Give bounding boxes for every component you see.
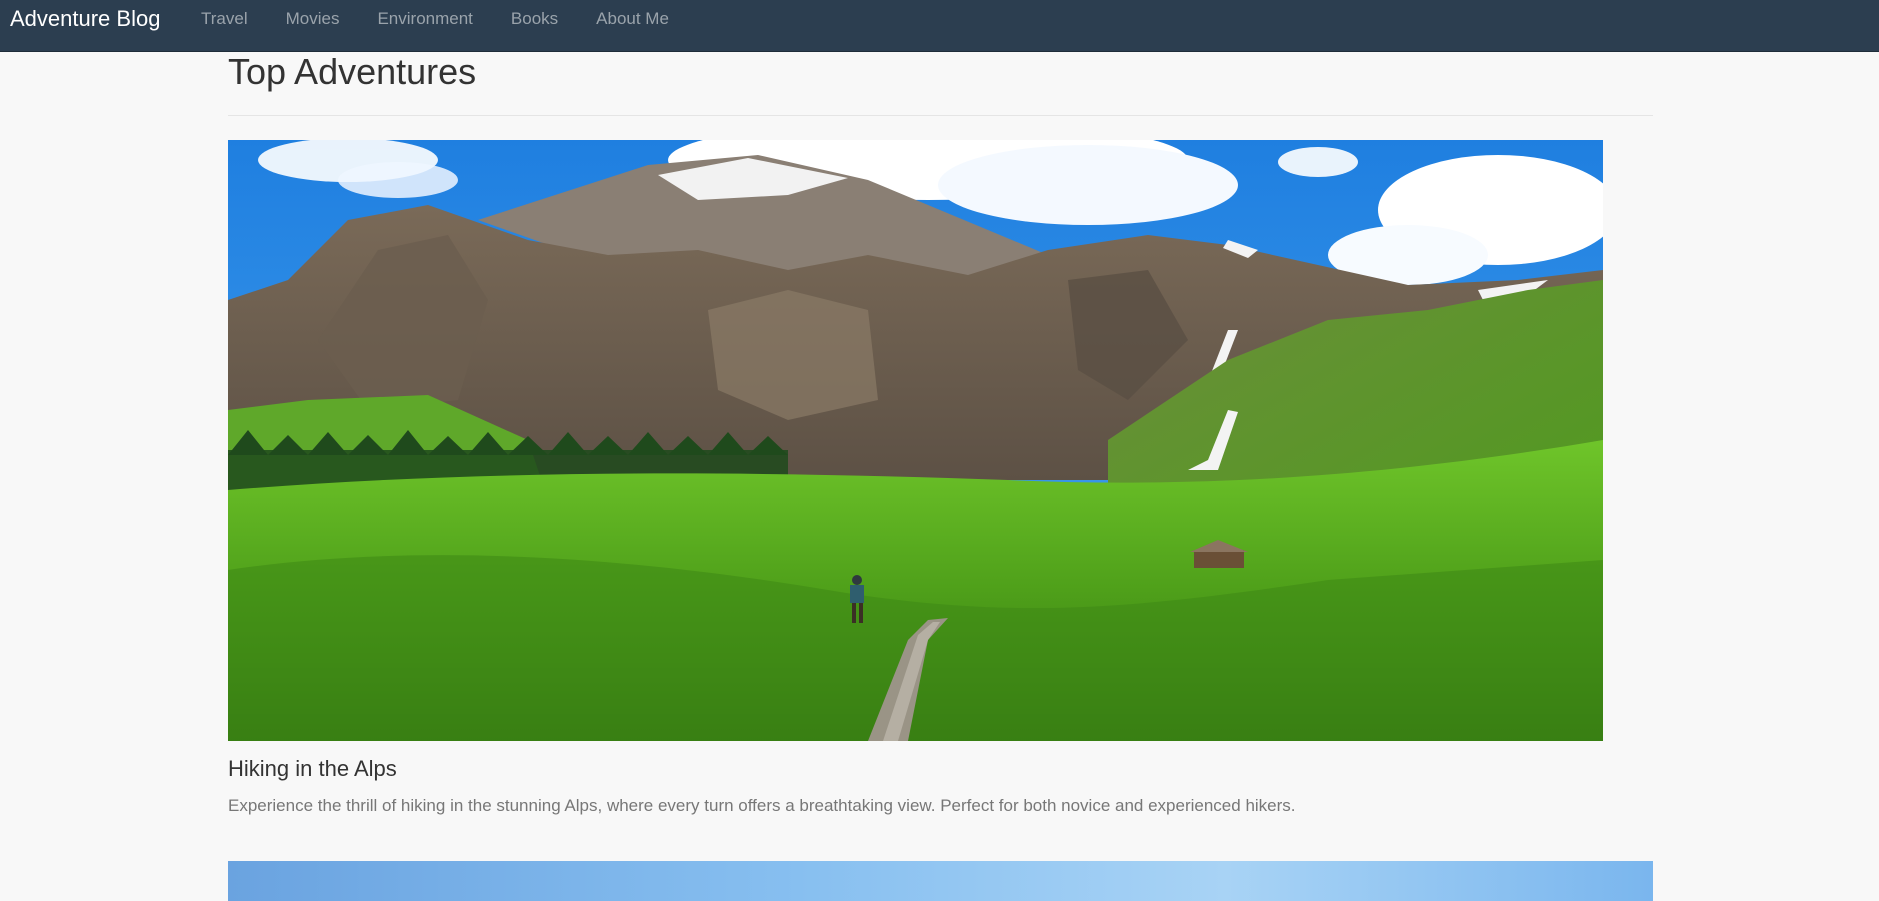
- brand-link[interactable]: Adventure Blog: [10, 7, 160, 31]
- nav-item-about-me: About Me: [577, 8, 688, 29]
- post-image-alps: [228, 140, 1603, 741]
- nav-link-movies[interactable]: Movies: [267, 8, 359, 29]
- nav-link-books[interactable]: Books: [492, 8, 577, 29]
- main-content: Top Adventures Hiking in the Alps Experi…: [228, 52, 1653, 817]
- post-title: Hiking in the Alps: [228, 756, 397, 781]
- nav-item-movies: Movies: [267, 8, 359, 29]
- nav-item-environment: Environment: [358, 8, 491, 29]
- nav-link-about-me[interactable]: About Me: [577, 8, 688, 29]
- nav-link-environment[interactable]: Environment: [358, 8, 491, 29]
- nav-menu: Travel Movies Environment Books About Me: [182, 8, 688, 29]
- title-divider: [228, 115, 1653, 116]
- top-navbar: Adventure Blog Travel Movies Environment…: [0, 0, 1879, 52]
- post-text: Experience the thrill of hiking in the s…: [228, 796, 1296, 815]
- nav-link-travel[interactable]: Travel: [182, 8, 267, 29]
- post-card: Hiking in the Alps Experience the thrill…: [228, 140, 1653, 817]
- nav-item-travel: Travel: [182, 8, 267, 29]
- post-image-next: [228, 861, 1653, 901]
- nav-item-books: Books: [492, 8, 577, 29]
- page-title: Top Adventures: [228, 51, 477, 92]
